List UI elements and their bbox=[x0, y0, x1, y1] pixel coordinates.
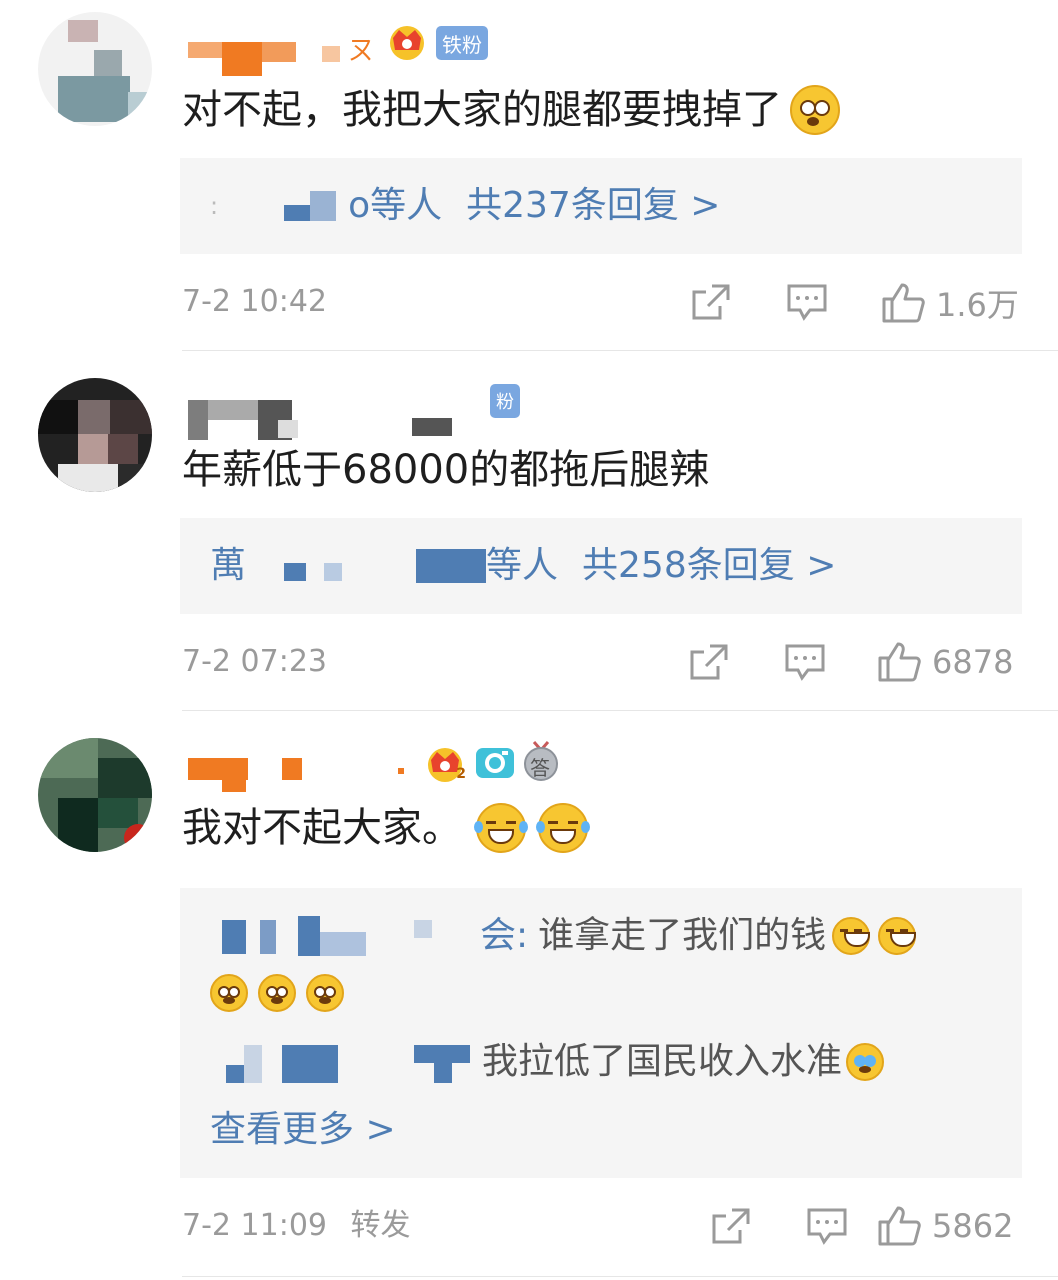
like-button[interactable]: 1.6万 bbox=[880, 280, 1019, 326]
share-button[interactable] bbox=[688, 642, 730, 682]
crown-level: 2 bbox=[456, 766, 466, 782]
like-count: 5862 bbox=[932, 1207, 1014, 1245]
reply-summary[interactable]: : o等人 共237条回复 > bbox=[180, 158, 1022, 254]
time-label: 7-2 10:42 bbox=[182, 284, 327, 319]
like-button[interactable]: 5862 bbox=[876, 1204, 1013, 1248]
reply-item[interactable]: 会: 谁拿走了我们的钱 bbox=[210, 912, 1010, 960]
share-icon bbox=[712, 1208, 750, 1244]
reply-authors-suffix: o等人 bbox=[348, 185, 443, 226]
comment-button[interactable] bbox=[784, 642, 826, 682]
censored-name bbox=[284, 189, 340, 223]
answer-badge-label: 答 bbox=[530, 756, 550, 780]
view-more-link[interactable]: 查看更多 > bbox=[210, 1106, 396, 1154]
reply-author-prefix: 萬 bbox=[210, 545, 247, 586]
glasses-emoji-icon bbox=[258, 974, 296, 1012]
avatar[interactable] bbox=[38, 12, 152, 126]
reply-list: 会: 谁拿走了我们的钱 我拉低了国民收入水准 查看更多 > bbox=[180, 888, 1022, 1178]
share-icon bbox=[690, 644, 728, 680]
divider bbox=[182, 350, 1058, 351]
comment-icon bbox=[807, 1208, 847, 1245]
censored-name bbox=[210, 916, 480, 956]
comment-text-content: 年薪低于68000的都拖后腿辣 bbox=[182, 447, 710, 493]
divider bbox=[182, 1276, 1058, 1277]
glasses-emoji-icon bbox=[306, 974, 344, 1012]
like-icon bbox=[878, 642, 921, 682]
comment-text: 年薪低于68000的都拖后腿辣 bbox=[182, 442, 709, 498]
reply-authors-suffix: 等人 bbox=[486, 545, 559, 586]
comment-button[interactable] bbox=[806, 1206, 848, 1246]
like-icon bbox=[878, 1206, 921, 1246]
reply-count-link[interactable]: 共258条回复 > bbox=[582, 542, 836, 590]
comment-time: 7-2 10:42 bbox=[182, 282, 327, 322]
time-label: 7-2 07:23 bbox=[182, 644, 327, 679]
comment-icon bbox=[787, 284, 827, 321]
fan-badge: 铁粉 bbox=[436, 26, 488, 60]
fan-badge: 粉 bbox=[490, 384, 520, 418]
share-icon bbox=[692, 284, 730, 320]
reply-author[interactable]: 会: bbox=[480, 912, 528, 960]
divider bbox=[182, 710, 1058, 711]
like-button[interactable]: 6878 bbox=[876, 640, 1013, 684]
like-icon bbox=[882, 283, 925, 323]
censored-name bbox=[246, 549, 487, 583]
reply-text: 我拉低了国民收入水准 bbox=[482, 1041, 843, 1082]
glasses-emoji-icon bbox=[210, 974, 248, 1012]
dizzy-emoji-icon bbox=[790, 85, 840, 135]
repost-label[interactable]: 转发 bbox=[351, 1208, 411, 1243]
comment-time: 7-2 07:23 bbox=[182, 642, 327, 682]
share-button[interactable] bbox=[690, 282, 732, 322]
reply-count-link[interactable]: 共237条回复 > bbox=[466, 182, 720, 230]
time-label: 7-2 11:09 bbox=[182, 1208, 327, 1243]
fan-badge-label: 铁粉 bbox=[442, 32, 482, 57]
fan-badge-label: 粉 bbox=[496, 392, 514, 413]
reply-item[interactable]: 我拉低了国民收入水准 bbox=[210, 1038, 1010, 1086]
laugh-cry-emoji-icon bbox=[536, 803, 590, 853]
comment-button[interactable] bbox=[786, 282, 828, 322]
censored-name bbox=[210, 1041, 476, 1083]
crown-icon: 2 bbox=[424, 742, 466, 784]
laugh-cry-emoji-icon bbox=[474, 803, 528, 853]
comment-icon bbox=[785, 644, 825, 681]
crying-emoji-icon bbox=[846, 1043, 885, 1081]
grin-emoji-icon bbox=[878, 917, 917, 955]
comment-time: 7-2 11:09 转发 bbox=[182, 1206, 411, 1246]
comment-text: 对不起，我把大家的腿都要拽掉了 bbox=[182, 82, 840, 138]
comment-text-content: 我对不起大家。 bbox=[182, 805, 462, 851]
comment-text: 我对不起大家。 bbox=[182, 800, 590, 856]
comment-text-content: 对不起，我把大家的腿都要拽掉了 bbox=[182, 87, 782, 133]
avatar[interactable] bbox=[38, 738, 152, 852]
answer-badge-icon: 答 bbox=[522, 740, 560, 782]
like-count: 1.6万 bbox=[936, 286, 1019, 324]
grin-emoji-icon bbox=[832, 917, 871, 955]
share-button[interactable] bbox=[710, 1206, 752, 1246]
crown-icon bbox=[386, 20, 428, 62]
like-count: 6878 bbox=[932, 643, 1014, 681]
camera-badge-icon bbox=[474, 742, 516, 782]
avatar[interactable] bbox=[38, 378, 152, 492]
reply-summary[interactable]: 萬 等人 共258条回复 > bbox=[180, 518, 1022, 614]
reply-text: 谁拿走了我们的钱 bbox=[538, 915, 827, 956]
emoji-row bbox=[210, 974, 344, 1012]
